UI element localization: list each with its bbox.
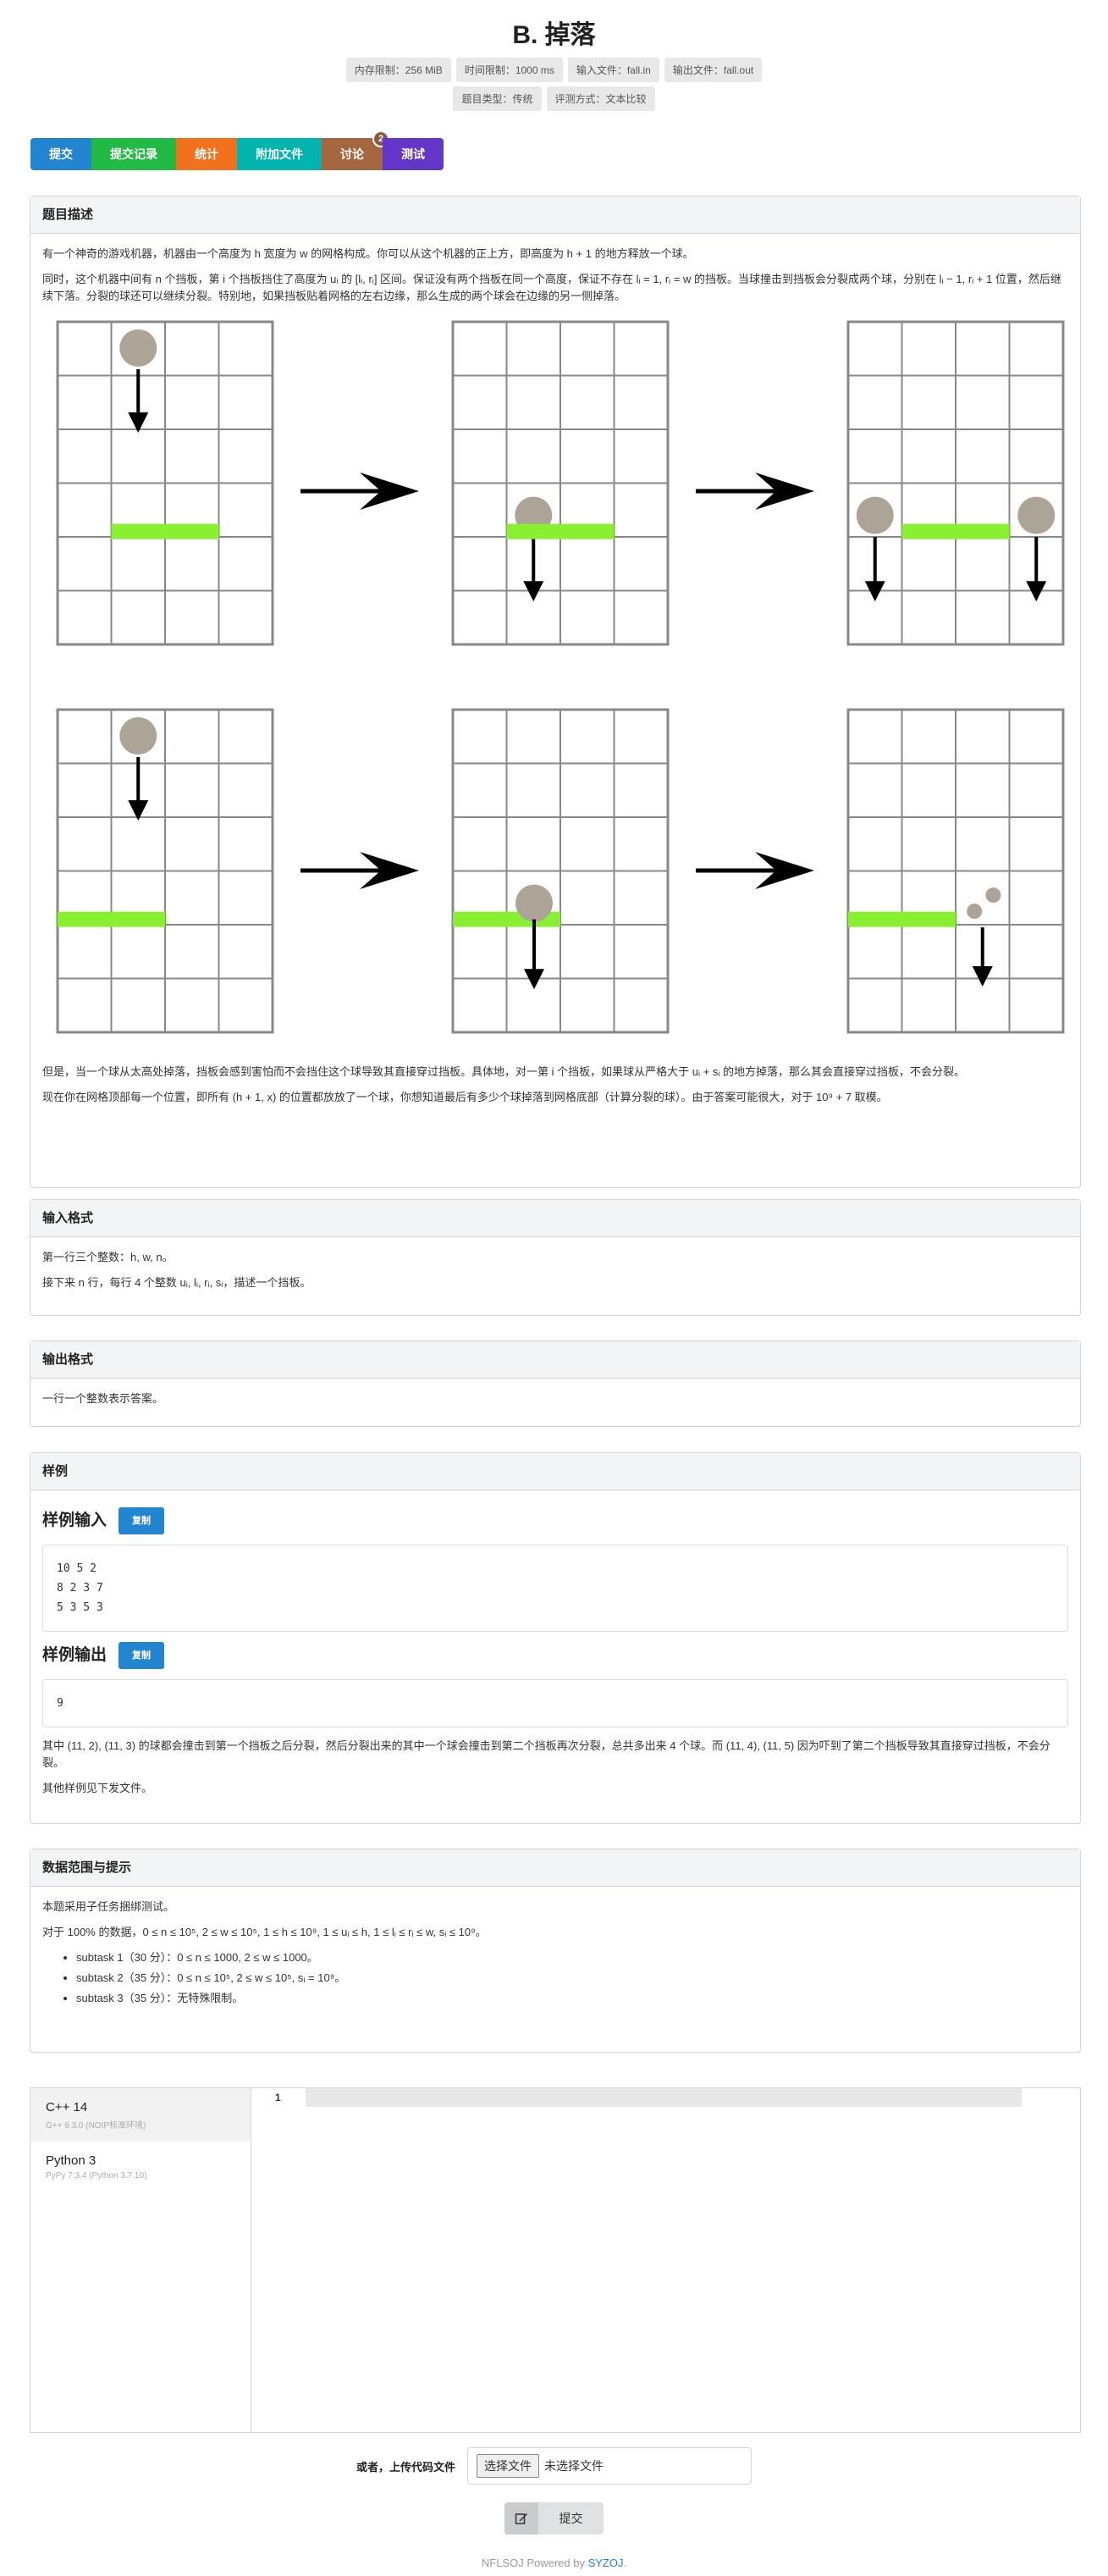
falling-balls-illustration [56, 320, 1065, 1034]
language-name: C++ 14 [46, 2100, 88, 2114]
tab-attachments[interactable]: 附加文件 [237, 138, 322, 170]
submit-label: 提交 [538, 2502, 604, 2535]
sample-output-block: 9 [42, 1679, 1068, 1727]
language-option-python3[interactable]: Python 3 PyPy 7.3.4 (Python 3.7.10) [30, 2142, 251, 2195]
subtask-list: subtask 1（30 分）：0 ≤ n ≤ 1000, 2 ≤ w ≤ 10… [76, 1949, 1068, 2007]
sample-more-note: 其他样例见下发文件。 [42, 1782, 153, 1794]
file-input[interactable]: 选择文件 未选择文件 [467, 2447, 752, 2485]
copy-sample-output-button[interactable]: 复制 [119, 1642, 165, 1669]
submit-button[interactable]: 提交 [504, 2502, 604, 2535]
judge-method-label: 评测方式：文本比较 [546, 86, 655, 111]
language-version: G++ 9.3.0 (NOIP标准环境) [46, 2121, 146, 2131]
ball [515, 884, 553, 922]
footer-suffix: . [623, 2557, 627, 2569]
constraints-line-2: 对于 100% 的数据，0 ≤ n ≤ 10⁵, 2 ≤ w ≤ 10⁵, 1 … [42, 1926, 487, 1938]
deflector-board [848, 911, 956, 927]
subtask-item: subtask 1（30 分）：0 ≤ n ≤ 1000, 2 ≤ w ≤ 10… [76, 1949, 1068, 1966]
tab-test[interactable]: 测试 [383, 138, 444, 170]
description-paragraph-4: 现在你在网格顶部每一个位置，即所有 (h + 1, x) 的位置都放放了一个球，… [42, 1091, 888, 1103]
output-file-label: 输出文件：fall.out [664, 58, 763, 82]
language-name: Python 3 [46, 2153, 96, 2168]
description-paragraph-3: 但是，当一个球从太高处掉落，挡板会感到害怕而不会挡住这个球导致其直接穿过挡板。具… [42, 1065, 965, 1078]
language-version: PyPy 7.3.4 (Python 3.7.10) [46, 2171, 147, 2181]
sample-explanation: 其中 (11, 2), (11, 3) 的球都会撞击到第一个挡板之后分裂，然后分… [42, 1739, 1050, 1769]
description-paragraph-1: 有一个神奇的游戏机器，机器由一个高度为 h 宽度为 w 的网格构成。你可以从这个… [42, 247, 694, 260]
language-list: C++ 14 G++ 9.3.0 (NOIP标准环境) Python 3 PyP… [30, 2088, 251, 2432]
line-number: 1 [275, 2092, 281, 2103]
sample-input-block: 10 5 2 8 2 3 7 5 3 5 3 [42, 1545, 1068, 1632]
copy-sample-input-button[interactable]: 复制 [119, 1507, 165, 1534]
footer: NFLSOJ Powered by SYZOJ. [0, 2557, 1108, 2569]
limits-row-2: 题目类型：传统 评测方式：文本比较 [0, 86, 1108, 111]
ball [1017, 496, 1056, 534]
time-limit-label: 时间限制：1000 ms [455, 58, 563, 82]
input-format-line-2: 接下来 n 行，每行 4 个整数 uᵢ, lᵢ, rᵢ, sᵢ，描述一个挡板。 [42, 1276, 311, 1289]
footer-text: NFLSOJ Powered by [481, 2557, 588, 2569]
tab-discussion[interactable]: 讨论 2 [322, 130, 389, 170]
description-section: 题目描述 有一个神奇的游戏机器，机器由一个高度为 h 宽度为 w 的网格构成。你… [30, 196, 1081, 1188]
code-input-area[interactable]: 1 [251, 2088, 1080, 2432]
tab-submit[interactable]: 提交 [30, 138, 91, 170]
deflector-board [901, 523, 1010, 539]
choose-file-button[interactable]: 选择文件 [477, 2454, 539, 2478]
page-title: B. 掉落 [512, 21, 596, 49]
samples-section: 样例 样例输入 复制 10 5 2 8 2 3 7 5 3 5 3 样例输出 复制 … [30, 1452, 1081, 1824]
description-paragraph-2: 同时，这个机器中间有 n 个挡板，第 i 个挡板挡住了高度为 uᵢ 的 [lᵢ,… [42, 273, 1061, 302]
current-line-highlight [306, 2088, 1022, 2107]
constraints-section: 数据范围与提示 本题采用子任务捆绑测试。 对于 100% 的数据，0 ≤ n ≤… [30, 1849, 1081, 2053]
ball [119, 329, 157, 367]
memory-limit-label: 内存限制：256 MiB [345, 58, 451, 82]
sample-input-title: 样例输入 [42, 1512, 107, 1529]
upload-label: 或者，上传代码文件 [356, 2460, 455, 2474]
file-status: 未选择文件 [544, 2459, 604, 2473]
ball [119, 717, 157, 755]
upload-row: 或者，上传代码文件 选择文件 未选择文件 [0, 2447, 1108, 2485]
ball [967, 904, 983, 920]
deflector-board [58, 911, 165, 927]
subtask-item: subtask 3（35 分）：无特殊限制。 [76, 1990, 1068, 2007]
input-file-label: 输入文件：fall.in [567, 58, 659, 82]
limits-row-1: 内存限制：256 MiB 时间限制：1000 ms 输入文件：fall.in 输… [0, 58, 1108, 82]
code-editor-panel: C++ 14 G++ 9.3.0 (NOIP标准环境) Python 3 PyP… [30, 2087, 1081, 2433]
constraints-heading: 数据范围与提示 [30, 1849, 1080, 1887]
tab-discussion-label: 讨论 [340, 147, 364, 161]
input-format-heading: 输入格式 [30, 1200, 1080, 1237]
input-format-line-1: 第一行三个整数：h, w, n。 [42, 1251, 174, 1263]
ball [985, 887, 1001, 904]
output-format-section: 输出格式 一行一个整数表示答案。 [30, 1341, 1081, 1427]
edit-icon [504, 2502, 538, 2535]
problem-type-label: 题目类型：传统 [453, 86, 542, 111]
deflector-board [506, 523, 615, 539]
constraints-line-1: 本题采用子任务捆绑测试。 [42, 1900, 175, 1913]
ball [856, 496, 894, 534]
language-option-cpp14[interactable]: C++ 14 G++ 9.3.0 (NOIP标准环境) [30, 2088, 251, 2142]
samples-heading: 样例 [30, 1453, 1080, 1490]
output-format-line-1: 一行一个整数表示答案。 [42, 1392, 164, 1405]
description-heading: 题目描述 [30, 196, 1080, 234]
sample-output-title: 样例输出 [42, 1646, 107, 1664]
subtask-item: subtask 2（35 分）：0 ≤ n ≤ 10⁵, 2 ≤ w ≤ 10⁵… [76, 1970, 1068, 1987]
input-format-section: 输入格式 第一行三个整数：h, w, n。 接下来 n 行，每行 4 个整数 u… [30, 1199, 1081, 1316]
deflector-board [111, 523, 219, 539]
tab-submissions[interactable]: 提交记录 [91, 138, 176, 170]
tab-statistics[interactable]: 统计 [176, 138, 237, 170]
action-tabs: 提交 提交记录 统计 附加文件 讨论 2 测试 [30, 130, 444, 170]
output-format-heading: 输出格式 [30, 1341, 1080, 1379]
syzoj-link[interactable]: SYZOJ [588, 2557, 624, 2569]
